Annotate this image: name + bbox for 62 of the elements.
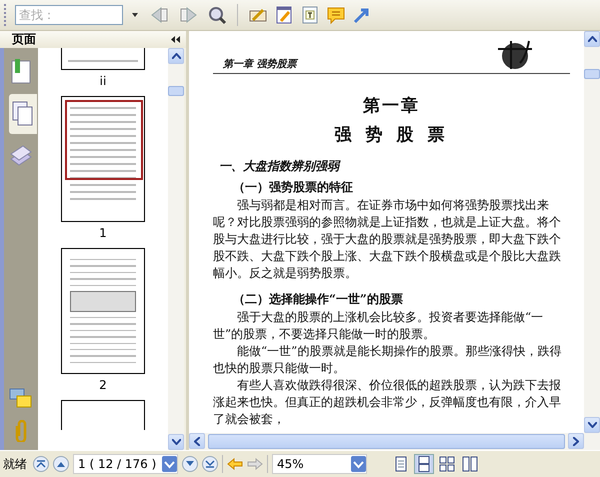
page-number-field[interactable]: 1 ( 12 / 176 ) bbox=[73, 454, 178, 474]
paragraph: 有些人喜欢做跌得很深、价位很低的超跌股票，认为跌下去报涨起来也快。但真正的超跌机会非常少，反弹幅度也有限，介入早了就会被套， bbox=[213, 377, 562, 428]
page-label: ii bbox=[100, 74, 106, 88]
section-heading: 一、大盘指数辨别强弱 bbox=[219, 158, 342, 175]
status-text: 就绪 bbox=[3, 456, 27, 472]
chevron-up-icon bbox=[172, 53, 180, 59]
chevron-right-icon bbox=[573, 436, 579, 446]
first-page-icon[interactable] bbox=[33, 456, 49, 472]
running-head: 第一章 强势股票 bbox=[223, 57, 296, 71]
subsection-heading: （二）选择能操作“一世”的股票 bbox=[233, 291, 404, 308]
next-page-icon[interactable] bbox=[182, 456, 198, 472]
find-next-icon bbox=[179, 5, 199, 25]
search-field[interactable]: 查找： bbox=[15, 5, 123, 25]
scroll-right-button[interactable] bbox=[568, 433, 584, 449]
chevron-up-icon bbox=[588, 36, 596, 42]
single-page-icon bbox=[395, 456, 407, 472]
dropdown-button[interactable] bbox=[129, 11, 141, 19]
panel-title: 页面 bbox=[12, 31, 36, 48]
notepad-icon[interactable] bbox=[274, 5, 294, 25]
bookmark-icon bbox=[10, 59, 32, 85]
pages-icon bbox=[12, 101, 34, 127]
paragraph: 强与弱都是相对而言。在证券市场中如何将强势股票找出来呢？对比股票强弱的参照物就是上证指数，也就是上证大盘。将个股与大盘进行比较，强于大盘的股票就是强势股票，即大盘下跌个股不跌、大盘下跌个股上涨、大盘下跌个股横盘或是个股比大盘跌幅小。反之就是弱势股票。 bbox=[213, 197, 562, 282]
continuous-pages-icon bbox=[418, 456, 430, 472]
scroll-down-button[interactable] bbox=[168, 434, 184, 450]
scroll-up-button[interactable] bbox=[168, 48, 184, 64]
collapse-icon[interactable] bbox=[171, 36, 180, 43]
caret-icon bbox=[132, 13, 138, 17]
subsection-heading: （一）强势股票的特征 bbox=[233, 179, 354, 196]
page-label: 2 bbox=[99, 378, 107, 392]
pages-tab[interactable] bbox=[9, 94, 37, 134]
zoom-field[interactable]: 45% bbox=[272, 454, 367, 474]
paragraph: 强于大盘的股票的上涨机会比较多。投资者要选择能做“一世”的股票，不要选择只能做一时的股票。 bbox=[213, 309, 544, 343]
search-icon[interactable] bbox=[207, 5, 227, 25]
continuous-button[interactable] bbox=[414, 454, 434, 474]
page-label: 1 bbox=[99, 226, 107, 240]
two-columns-icon bbox=[462, 456, 478, 472]
chevron-down-icon bbox=[172, 439, 180, 445]
grid-icon bbox=[439, 456, 455, 472]
find-previous-icon bbox=[149, 5, 169, 25]
comment-icon[interactable] bbox=[326, 5, 346, 25]
page-thumbnail[interactable] bbox=[61, 96, 145, 222]
chapter-title: 强 势 股 票 bbox=[334, 124, 450, 146]
last-page-icon[interactable] bbox=[202, 456, 218, 472]
comments-icon[interactable] bbox=[9, 388, 33, 410]
previous-page-icon[interactable] bbox=[53, 456, 69, 472]
paperclip-icon[interactable] bbox=[13, 420, 29, 442]
scrollbar-thumb[interactable] bbox=[208, 434, 565, 449]
page-thumbnail[interactable] bbox=[61, 48, 145, 70]
chevron-left-icon bbox=[194, 436, 200, 446]
chevron-down-icon bbox=[588, 422, 596, 428]
scrollbar-thumb[interactable] bbox=[168, 86, 184, 96]
scroll-left-button[interactable] bbox=[189, 433, 205, 449]
page-thumbnail-with-chart[interactable] bbox=[61, 248, 145, 374]
scrollbar-thumb[interactable] bbox=[584, 69, 600, 79]
facing-pages-button[interactable] bbox=[437, 454, 457, 474]
chapter-number: 第一章 bbox=[362, 95, 421, 117]
paragraph: 能做“一世”的股票就是能长期操作的股票。那些涨得快，跌得也快的股票只能做一时。 bbox=[213, 343, 562, 377]
scroll-down-button[interactable] bbox=[584, 417, 600, 433]
text-box-icon[interactable] bbox=[300, 5, 320, 25]
continuous-facing-button[interactable] bbox=[460, 454, 480, 474]
page-thumbnail[interactable] bbox=[61, 400, 145, 430]
scroll-up-button[interactable] bbox=[584, 31, 600, 47]
